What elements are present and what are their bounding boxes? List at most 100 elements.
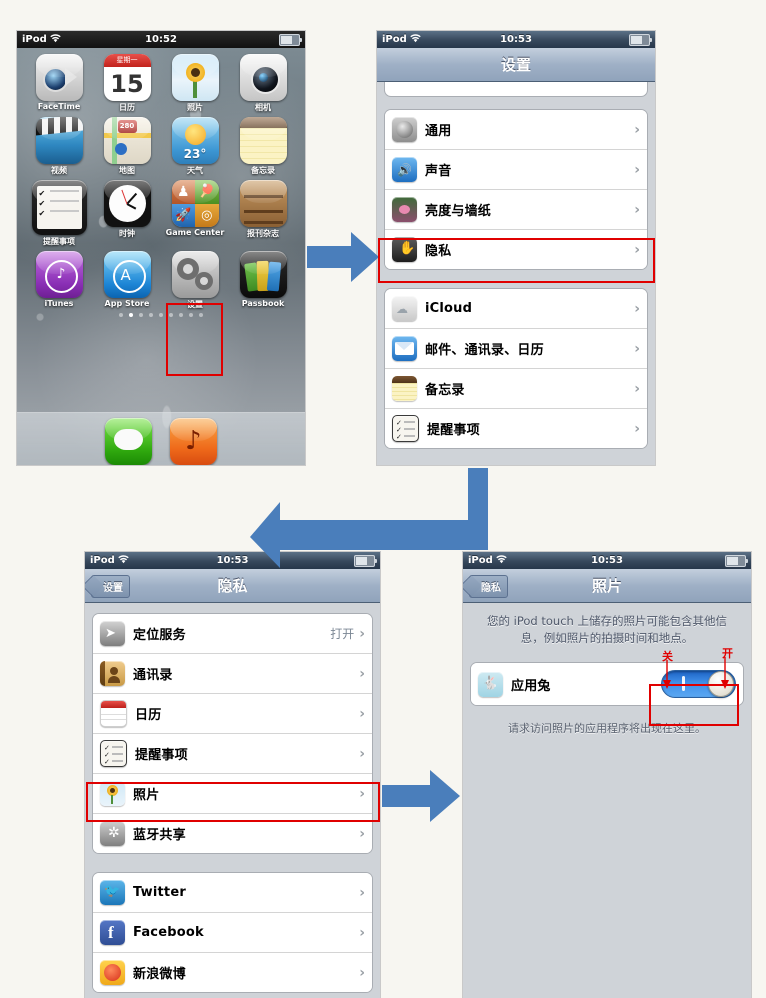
newsstand-icon — [239, 180, 287, 227]
settings-icon — [171, 251, 219, 298]
chevron-right-icon: › — [359, 705, 365, 722]
row-label: 日历 — [135, 708, 162, 723]
app-reminders[interactable]: ✔ ✔ ✔ 提醒事项 — [25, 180, 93, 247]
row-label: 邮件、通讯录、日历 — [425, 343, 544, 358]
app-passbook[interactable]: Passbook — [229, 251, 297, 310]
notes-icon — [239, 117, 287, 164]
chevron-right-icon: › — [634, 121, 640, 138]
icloud-icon: ☁ — [392, 296, 417, 321]
page-dot-active — [129, 313, 133, 317]
arrow-home-to-settings — [307, 232, 379, 282]
sina-weibo-icon — [100, 960, 125, 985]
app-videos[interactable]: 视频 — [25, 117, 93, 176]
arrow-privacy-to-photos — [382, 770, 460, 822]
page-dot — [119, 313, 123, 317]
app-weather[interactable]: 23° 天气 — [161, 117, 229, 176]
app-itunes[interactable]: ♪ iTunes — [25, 251, 93, 310]
privacy-row-sina-weibo[interactable]: 新浪微博 › — [93, 953, 372, 992]
row-label: 亮度与墙纸 — [425, 204, 492, 219]
back-button-label: 设置 — [103, 583, 123, 594]
springboard: FaceTime 星期一 15 日历 照片 相机 视频 280 地图 23° 天… — [17, 48, 305, 465]
privacy-row-photos[interactable]: 照片 › — [93, 774, 372, 814]
weather-icon: 23° — [171, 117, 219, 164]
row-value: 打开 — [330, 627, 355, 641]
home-screen-panel: iPod 10:52 FaceTime 星期一 15 日历 照片 相机 视频 2… — [17, 31, 305, 465]
chevron-right-icon: › — [359, 825, 365, 842]
settings-row-privacy[interactable]: ✋ 隐私 › — [385, 230, 647, 269]
photos-privacy-panel: iPod 10:53 隐私 照片 您的 iPod touch 上储存的照片可能包… — [463, 552, 751, 998]
app-app-store[interactable]: A App Store — [93, 251, 161, 310]
app-grid: FaceTime 星期一 15 日历 照片 相机 视频 280 地图 23° 天… — [17, 48, 305, 310]
weather-temp: 23° — [183, 147, 207, 161]
chevron-right-icon: › — [359, 665, 365, 682]
clock-label: 10:53 — [591, 555, 623, 566]
annotation-on-label: 开 — [722, 647, 733, 660]
chevron-right-icon: › — [634, 241, 640, 258]
sounds-icon: 🔊 — [392, 157, 417, 182]
privacy-row-bluetooth-sharing[interactable]: ✲ 蓝牙共享 › — [93, 814, 372, 853]
settings-row-reminders[interactable]: ✓ ✓ ✓ 提醒事项 › — [385, 409, 647, 448]
privacy-screen-panel: iPod 10:53 设置 隐私 ➤ 定位服务 打开 › 通讯录 › 日历 › … — [85, 552, 380, 998]
app-label: iTunes — [44, 299, 74, 308]
chevron-right-icon: › — [634, 161, 640, 178]
row-label: Facebook — [133, 925, 204, 940]
reminders-icon: ✓ ✓ ✓ — [392, 415, 419, 442]
app-facetime[interactable]: FaceTime — [25, 54, 93, 113]
app-newsstand[interactable]: 报刊杂志 — [229, 180, 297, 247]
app-store-icon: A — [103, 251, 151, 298]
privacy-footnote: 请求访问照片的应用程序将出现在这里。 — [508, 722, 706, 736]
app-game-center[interactable]: ♟ 🏓 🚀 ◎ Game Center — [161, 180, 229, 247]
app-settings[interactable]: 设置 — [161, 251, 229, 310]
page-dot — [199, 313, 203, 317]
settings-list[interactable]: 通用 › 🔊 声音 › 亮度与墙纸 › ✋ 隐私 › ☁ iCloud › 邮件… — [377, 82, 655, 465]
back-button-label: 隐私 — [481, 583, 501, 594]
settings-row-sounds[interactable]: 🔊 声音 › — [385, 150, 647, 190]
settings-row-notes[interactable]: 备忘录 › — [385, 369, 647, 409]
settings-row-icloud[interactable]: ☁ iCloud › — [385, 289, 647, 329]
settings-row-general[interactable]: 通用 › — [385, 110, 647, 150]
app-label: Passbook — [241, 299, 285, 308]
app-photos[interactable]: 照片 — [161, 54, 229, 113]
back-button[interactable]: 设置 — [91, 575, 130, 598]
app-notes[interactable]: 备忘录 — [229, 117, 297, 176]
chevron-right-icon: › — [634, 300, 640, 317]
row-label: 备忘录 — [425, 383, 465, 398]
dock-app-messages[interactable]: 信息 — [105, 418, 152, 465]
settings-row-mail-contacts-calendars[interactable]: 邮件、通讯录、日历 › — [385, 329, 647, 369]
row-label: Twitter — [133, 885, 186, 900]
page-title: 设置 — [500, 56, 531, 74]
app-clock[interactable]: 时钟 — [93, 180, 161, 247]
privacy-row-contacts[interactable]: 通讯录 › — [93, 654, 372, 694]
privacy-row-facebook[interactable]: f Facebook › — [93, 913, 372, 953]
privacy-row-reminders[interactable]: ✓ ✓ ✓ 提醒事项 › — [93, 734, 372, 774]
dock: 信息 ♪ 音乐 — [17, 412, 305, 465]
facebook-icon: f — [100, 920, 125, 945]
page-dot — [159, 313, 163, 317]
page-dot — [139, 313, 143, 317]
app-calendar[interactable]: 星期一 15 日历 — [93, 54, 161, 113]
general-icon — [392, 117, 417, 142]
privacy-list[interactable]: ➤ 定位服务 打开 › 通讯录 › 日历 › ✓ ✓ ✓ 提醒事项 › 照片 ›… — [85, 603, 380, 998]
calendar-icon — [100, 700, 127, 727]
annotation-off-label: 关 — [662, 650, 673, 663]
dock-app-music[interactable]: ♪ 音乐 — [170, 418, 217, 465]
privacy-row-twitter[interactable]: 🐦 Twitter › — [93, 873, 372, 913]
settings-nav-bar: 设置 — [377, 48, 655, 82]
back-button[interactable]: 隐私 — [469, 575, 508, 598]
app-maps[interactable]: 280 地图 — [93, 117, 161, 176]
clock-icon — [103, 180, 151, 227]
app-camera[interactable]: 相机 — [229, 54, 297, 113]
chevron-right-icon: › — [359, 745, 365, 762]
itunes-icon: ♪ — [35, 251, 83, 298]
camera-icon — [239, 54, 287, 101]
mail-contacts-calendars-icon — [392, 336, 417, 361]
photos-status-bar: iPod 10:53 — [463, 552, 751, 569]
page-dot — [169, 313, 173, 317]
privacy-row-location-services[interactable]: ➤ 定位服务 打开 › — [93, 614, 372, 654]
settings-group-2: ☁ iCloud › 邮件、通讯录、日历 › 备忘录 › ✓ ✓ ✓ 提醒事项 … — [384, 288, 648, 449]
photos-nav-bar: 隐私 照片 — [463, 569, 751, 603]
privacy-row-calendar[interactable]: 日历 › — [93, 694, 372, 734]
app-label: 报刊杂志 — [247, 229, 279, 238]
page-dots[interactable] — [17, 313, 305, 317]
settings-row-brightness-wallpaper[interactable]: 亮度与墙纸 › — [385, 190, 647, 230]
